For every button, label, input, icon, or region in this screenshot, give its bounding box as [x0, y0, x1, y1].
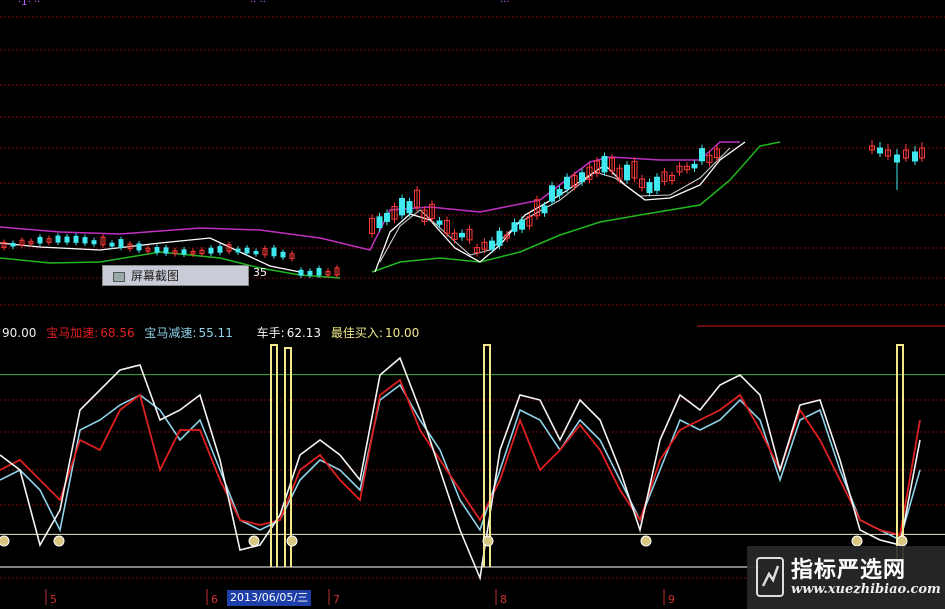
screenshot-icon [113, 272, 125, 282]
candle-82 [699, 148, 705, 162]
x-tick-label-1: 6 [211, 593, 218, 606]
watermark-en-text: www.xuezhibiao.com [791, 582, 941, 597]
legend-accel-label: 宝马加速: [46, 326, 99, 340]
legend-buy-value: 10.00 [384, 326, 420, 340]
buy-signal-spike-0 [270, 344, 278, 567]
legend-accel-value: 68.56 [100, 326, 135, 340]
candle-17 [154, 247, 160, 253]
candle-69 [601, 156, 608, 173]
candle-18 [163, 247, 169, 254]
top-legend-fragment-1: ·1· ·· [18, 0, 41, 8]
candle-58 [519, 219, 525, 230]
candle-26 [235, 248, 241, 253]
buy-marker-0 [0, 535, 10, 547]
candle-76 [654, 176, 660, 191]
candle-63 [556, 188, 563, 196]
candle-86 [877, 147, 883, 154]
x-tick-label-3: 8 [500, 593, 507, 606]
candle-57 [511, 222, 518, 232]
candle-8 [73, 235, 79, 243]
candle-90 [912, 151, 918, 162]
legend-decel-label: 宝马减速: [144, 326, 197, 340]
accel-series-line [0, 378, 921, 537]
candle-24 [217, 246, 223, 253]
candle-13 [118, 239, 124, 248]
candlestick-series [1, 140, 925, 278]
candle-54 [489, 240, 495, 250]
buy-marker-2 [248, 535, 260, 547]
candle-33 [298, 269, 304, 276]
buy-marker-7 [896, 535, 908, 547]
candle-55 [496, 230, 503, 246]
watermark-cn-text: 指标严选网 [791, 558, 907, 583]
tooltip-label: 屏幕截图 [131, 269, 180, 283]
price-bands [0, 141, 781, 279]
watermark-logo-icon [756, 557, 784, 597]
candle-6 [55, 235, 61, 243]
candle-75 [646, 182, 653, 194]
buy-marker-1 [53, 535, 65, 547]
candle-7 [64, 236, 70, 243]
chart-canvas: 5 6 7 8 9 [0, 16, 945, 606]
candle-34 [307, 270, 313, 276]
buy-marker-4 [482, 535, 494, 547]
candle-61 [541, 205, 548, 214]
candle-39 [376, 216, 383, 229]
candle-66 [579, 172, 585, 183]
legend-buy-label: 最佳买入: [330, 326, 383, 340]
candle-20 [181, 249, 187, 255]
legend-level-value: 90.00 [2, 326, 37, 340]
candle-72 [624, 164, 630, 181]
indicator-series [0, 344, 921, 581]
legend-driver-value: 62.13 [286, 326, 322, 340]
driver-series-line [0, 356, 921, 581]
top-legend-fragment-2: ·· ·· [250, 0, 266, 8]
candle-62 [549, 185, 555, 202]
candle-47 [436, 220, 443, 225]
legend-driver-label: 车手: [256, 326, 285, 340]
candle-40 [384, 212, 390, 222]
candle-64 [564, 176, 570, 190]
candle-50 [459, 232, 465, 238]
x-axis-ticks: 5 6 7 8 9 [45, 589, 675, 606]
x-tick-label-2: 7 [333, 593, 340, 606]
candle-30 [271, 247, 277, 257]
candle-43 [406, 201, 413, 214]
x-tick-label-4: 9 [668, 593, 675, 606]
buy-marker-6 [851, 535, 863, 547]
candle-88 [894, 154, 900, 163]
candle-4 [37, 236, 43, 244]
top-legend-fragment-3: ··· [500, 0, 510, 8]
buy-marker-5 [640, 535, 652, 547]
watermark: 指标严选网 www.xuezhibiao.com [747, 546, 945, 609]
candle-27 [244, 247, 250, 254]
buy-marker-3 [286, 535, 298, 547]
price-tag: 35 [253, 266, 267, 279]
indicator-legend: 90.00 宝马加速: 68.56 宝马减速: 55.11 车手: 62.13 最佳买… [2, 324, 425, 340]
candle-12 [109, 242, 115, 247]
legend-decel-value: 55.11 [198, 326, 233, 340]
candle-81 [691, 163, 698, 169]
candle-23 [208, 247, 214, 254]
candle-31 [280, 251, 286, 258]
x-tick-label-0: 5 [50, 593, 57, 606]
candle-35 [316, 268, 322, 276]
candle-42 [399, 197, 405, 216]
candle-28 [253, 251, 259, 255]
candle-10 [91, 240, 97, 245]
screenshot-tooltip[interactable]: 屏幕截图 [102, 265, 249, 286]
candle-9 [82, 237, 88, 244]
candle-1 [10, 242, 16, 247]
candle-15 [136, 243, 142, 251]
cursor-date-label: 2013/06/05/三 [227, 590, 312, 606]
